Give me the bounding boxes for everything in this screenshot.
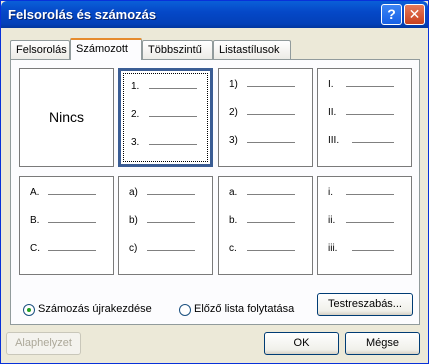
tab-szamozott[interactable]: Számozott [70,38,142,60]
numbering-style-1[interactable]: 1. 2. 3. [118,68,213,167]
placeholder-line [149,116,197,117]
list-marker: a) [129,187,138,198]
style-row: a. [229,187,304,199]
list-marker: iii. [328,243,338,254]
placeholder-line [346,86,394,87]
numbering-style-3[interactable]: I. II. III. [317,68,412,167]
radio-selected-dot [27,308,31,312]
restart-label[interactable]: Számozás újrakezdése [38,303,152,315]
placeholder-line [352,142,394,143]
restart-radio[interactable] [23,304,35,316]
style-row: b) [129,215,204,227]
style-none-label: Nincs [48,109,84,125]
style-row: 1. [131,81,206,93]
list-marker: 1) [229,79,238,90]
ok-button[interactable]: OK [264,332,339,355]
placeholder-line [247,250,295,251]
placeholder-line [147,194,195,195]
list-marker: c. [229,243,237,254]
tab-listastilusok[interactable]: Listastílusok [213,40,291,59]
placeholder-line [147,222,195,223]
list-marker: 2. [131,109,140,120]
style-row: 2. [131,109,206,121]
style-row: III. [328,135,403,147]
continue-label[interactable]: Előző lista folytatása [194,303,294,315]
placeholder-line [147,250,195,251]
placeholder-line [48,194,96,195]
list-marker: ii. [328,215,336,226]
dialog-window: Felsorolás és számozás ? ✕ Felsorolás Sz… [0,0,429,364]
list-marker: C. [30,243,40,254]
style-none[interactable]: Nincs [19,68,114,167]
placeholder-line [247,114,295,115]
numbering-style-4[interactable]: A. B. C. [19,176,114,275]
dialog-title: Felsorolás és számozás [8,7,157,22]
placeholder-line [247,142,295,143]
numbering-style-5[interactable]: a) b) c) [118,176,213,275]
numbering-style-7[interactable]: i. ii. iii. [317,176,412,275]
list-marker: c) [129,243,138,254]
numbering-style-6[interactable]: a. b. c. [218,176,313,275]
placeholder-line [247,222,295,223]
style-row: I. [328,79,403,91]
placeholder-line [352,250,394,251]
style-row: 1) [229,79,304,91]
list-marker: 1. [131,81,140,92]
style-row: b. [229,215,304,227]
list-marker: 3) [229,135,238,146]
style-row: B. [30,215,105,227]
title-bar[interactable]: Felsorolás és számozás ? ✕ [1,1,428,28]
placeholder-line [346,194,394,195]
customize-button[interactable]: Testreszabás... [317,293,413,316]
style-row: 3) [229,135,304,147]
list-marker: b) [129,215,138,226]
style-row: c) [129,243,204,255]
placeholder-line [149,88,197,89]
list-marker: I. [328,79,334,90]
list-marker: B. [30,215,40,226]
style-row: a) [129,187,204,199]
help-button[interactable]: ? [381,4,402,25]
cancel-button[interactable]: Mégse [345,332,420,355]
list-marker: b. [229,215,238,226]
placeholder-line [48,222,96,223]
list-marker: i. [328,187,333,198]
continue-radio[interactable] [179,304,191,316]
tab-tobbszintu[interactable]: Többszintű [142,40,213,59]
placeholder-line [149,144,197,145]
list-marker: III. [328,135,340,146]
list-marker: a. [229,187,238,198]
list-marker: 3. [131,137,140,148]
tab-felsorolas[interactable]: Felsorolás [10,40,70,59]
placeholder-line [247,194,295,195]
placeholder-line [346,222,394,223]
list-marker: A. [30,187,40,198]
style-row: c. [229,243,304,255]
numbering-style-2[interactable]: 1) 2) 3) [218,68,313,167]
placeholder-line [247,86,295,87]
style-row: C. [30,243,105,255]
list-marker: 2) [229,107,238,118]
close-button[interactable]: ✕ [404,4,425,25]
style-row: II. [328,107,403,119]
style-row: A. [30,187,105,199]
style-row: iii. [328,243,403,255]
style-row: 2) [229,107,304,119]
style-row: i. [328,187,403,199]
list-marker: II. [328,107,337,118]
style-row: 3. [131,137,206,149]
placeholder-line [48,250,96,251]
reset-button[interactable]: Alaphelyzet [6,332,81,355]
style-row: ii. [328,215,403,227]
placeholder-line [346,114,394,115]
